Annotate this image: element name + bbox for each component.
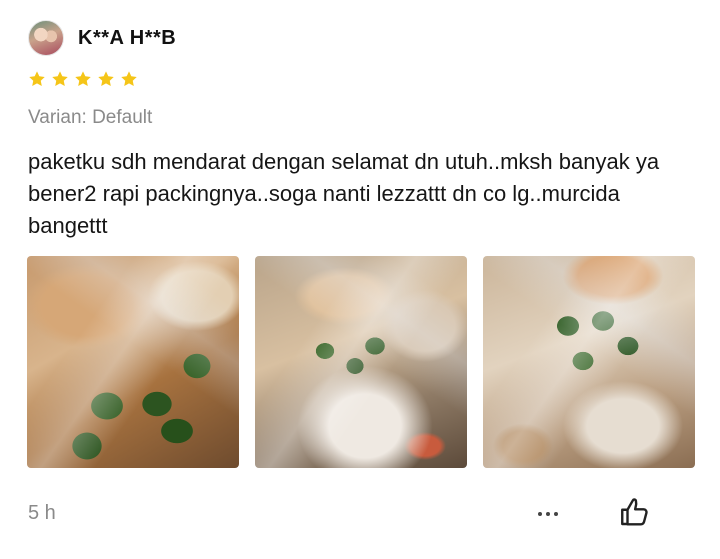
more-options-button[interactable] [531,500,565,528]
more-options-icon [546,512,550,516]
timestamp: 5 h [28,502,56,524]
thumbs-up-icon[interactable] [617,494,653,530]
star-icon [29,71,45,87]
review-photo-1[interactable] [27,256,239,468]
review-photo-2[interactable] [255,256,467,468]
reviewer-header: K**A H**B [28,20,176,56]
star-rating [28,70,138,88]
star-icon [98,71,114,87]
avatar[interactable] [28,20,64,56]
variant-label: Varian: Default [28,107,153,128]
review-card: K**A H**B Varian: Default paketku sdh me… [0,0,720,559]
review-photos [27,256,695,468]
star-icon [52,71,68,87]
reviewer-name: K**A H**B [78,26,177,49]
star-icon [121,71,137,87]
star-icon [75,71,91,87]
review-footer: 5 h [28,498,668,530]
review-text: paketku sdh mendarat dengan selamat dn u… [28,149,660,238]
more-options-icon [538,512,542,516]
more-options-icon [554,512,558,516]
review-photo-3[interactable] [483,256,695,468]
